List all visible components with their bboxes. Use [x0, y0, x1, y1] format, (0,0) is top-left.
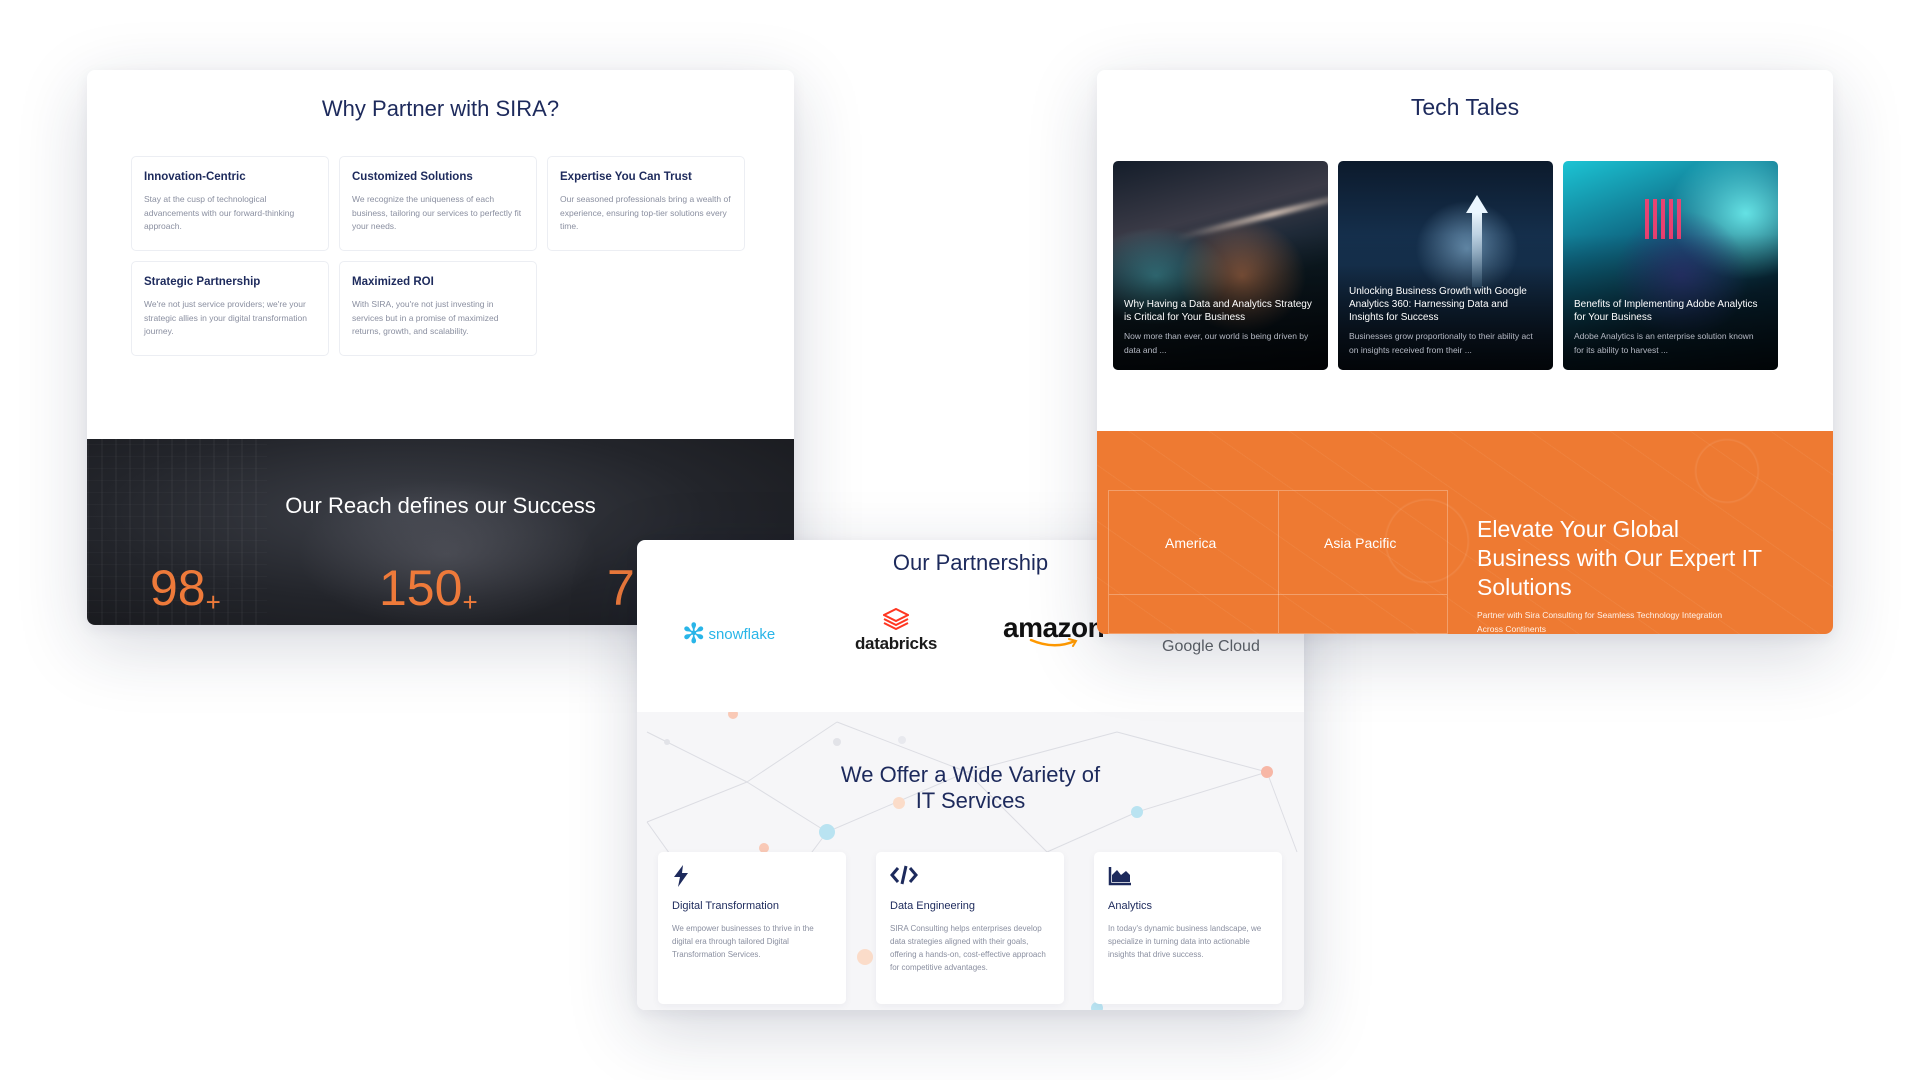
- stat-value: 98: [150, 560, 206, 616]
- feature-text: Stay at the cusp of technological advanc…: [144, 194, 295, 231]
- service-title: Digital Transformation: [672, 900, 779, 912]
- region-america[interactable]: America: [1165, 535, 1216, 551]
- feature-text: We recognize the uniqueness of each busi…: [352, 194, 522, 231]
- tech-tales-card: Tech Tales Why Having a Data and Analyti…: [1097, 70, 1833, 634]
- blog-post-title: Unlocking Business Growth with Google An…: [1349, 286, 1527, 323]
- blog-post-card[interactable]: Benefits of Implementing Adobe Analytics…: [1563, 161, 1778, 370]
- services-section: We Offer a Wide Variety of IT Services Di…: [637, 712, 1304, 1010]
- feature-card-customized: Customized Solutions We recognize the un…: [339, 156, 537, 251]
- grid-divider: [1109, 594, 1447, 595]
- region-asia-pacific[interactable]: Asia Pacific: [1324, 535, 1396, 551]
- cta-text: Partner with Sira Consulting for Seamles…: [1477, 610, 1723, 634]
- amazon-logo[interactable]: amazon: [1003, 612, 1105, 648]
- blog-post-title: Why Having a Data and Analytics Strategy…: [1124, 299, 1312, 323]
- tech-tales-title: Tech Tales: [1410, 94, 1520, 120]
- service-cards: Digital Transformation We empower busine…: [658, 852, 1282, 1004]
- snowflake-logo[interactable]: ✻ snowflake: [682, 620, 775, 648]
- service-title: Analytics: [1108, 900, 1153, 912]
- feature-card-roi: Maximized ROI With SIRA, you're not just…: [339, 261, 537, 356]
- stat-value: 150: [379, 560, 463, 616]
- stat-counter: 7: [607, 563, 635, 625]
- blog-post-excerpt: Businesses grow proportionally to their …: [1349, 331, 1533, 355]
- service-card-digital-transformation[interactable]: Digital Transformation We empower busine…: [658, 852, 846, 1004]
- amazon-wordmark: amazon: [1003, 612, 1105, 643]
- service-title: Data Engineering: [890, 900, 976, 912]
- bolt-icon: [672, 864, 832, 890]
- feature-title: Customized Solutions: [352, 171, 473, 183]
- feature-grid: Innovation-Centric Stay at the cusp of t…: [131, 156, 749, 356]
- feature-title: Innovation-Centric: [144, 171, 246, 183]
- service-card-data-engineering[interactable]: Data Engineering SIRA Consulting helps e…: [876, 852, 1064, 1004]
- feature-text: We're not just service providers; we're …: [144, 299, 307, 336]
- service-text: In today's dynamic business landscape, w…: [1108, 924, 1262, 959]
- services-title: We Offer a Wide Variety of IT Services: [637, 762, 1304, 814]
- blog-post-excerpt: Adobe Analytics is an enterprise solutio…: [1574, 331, 1754, 355]
- google-cloud-logo[interactable]: Google Cloud: [1162, 638, 1260, 656]
- feature-title: Expertise You Can Trust: [560, 171, 692, 183]
- blog-post-excerpt: Now more than ever, our world is being d…: [1124, 331, 1309, 355]
- snowflake-icon: ✻: [682, 618, 706, 649]
- code-icon: [890, 864, 1050, 890]
- google-cloud-wordmark: Google Cloud: [1162, 638, 1260, 655]
- blog-post-list: Why Having a Data and Analytics Strategy…: [1113, 161, 1778, 370]
- grid-divider: [1278, 491, 1279, 633]
- blog-post-card[interactable]: Unlocking Business Growth with Google An…: [1338, 161, 1553, 370]
- databricks-icon: [883, 608, 909, 630]
- feature-title: Maximized ROI: [352, 276, 434, 288]
- service-card-analytics[interactable]: Analytics In today's dynamic business la…: [1094, 852, 1282, 1004]
- reach-title: Our Reach defines our Success: [285, 493, 596, 518]
- feature-card-expertise: Expertise You Can Trust Our seasoned pro…: [547, 156, 745, 251]
- service-text: SIRA Consulting helps enterprises develo…: [890, 924, 1046, 972]
- feature-card-strategic: Strategic Partnership We're not just ser…: [131, 261, 329, 356]
- services-title-line1: We Offer a Wide Variety of: [840, 762, 1101, 787]
- databricks-logo[interactable]: databricks: [846, 608, 946, 654]
- service-text: We empower businesses to thrive in the d…: [672, 924, 814, 959]
- area-chart-icon: [1108, 864, 1268, 890]
- feature-text: Our seasoned professionals bring a wealt…: [560, 194, 731, 231]
- services-title-line2: IT Services: [915, 788, 1026, 813]
- feature-card-innovation: Innovation-Centric Stay at the cusp of t…: [131, 156, 329, 251]
- blog-post-title: Benefits of Implementing Adobe Analytics…: [1574, 299, 1758, 323]
- stat-suffix: +: [205, 587, 221, 617]
- feature-title: Strategic Partnership: [144, 276, 261, 288]
- global-cta-section: America Asia Pacific Elevate Your Global…: [1097, 431, 1833, 634]
- feature-text: With SIRA, you're not just investing in …: [352, 299, 499, 336]
- snowflake-wordmark: snowflake: [708, 625, 776, 643]
- databricks-wordmark: databricks: [854, 634, 938, 653]
- cta-title: Elevate Your Global Business with Our Ex…: [1477, 516, 1762, 600]
- why-partner-title: Why Partner with SIRA?: [321, 96, 560, 121]
- stat-counter: 98+: [150, 563, 221, 625]
- region-grid: America Asia Pacific: [1108, 490, 1448, 634]
- stat-suffix: +: [462, 587, 478, 617]
- stat-counter: 150+: [379, 563, 478, 625]
- stat-value: 7: [607, 560, 635, 616]
- blog-post-card[interactable]: Why Having a Data and Analytics Strategy…: [1113, 161, 1328, 370]
